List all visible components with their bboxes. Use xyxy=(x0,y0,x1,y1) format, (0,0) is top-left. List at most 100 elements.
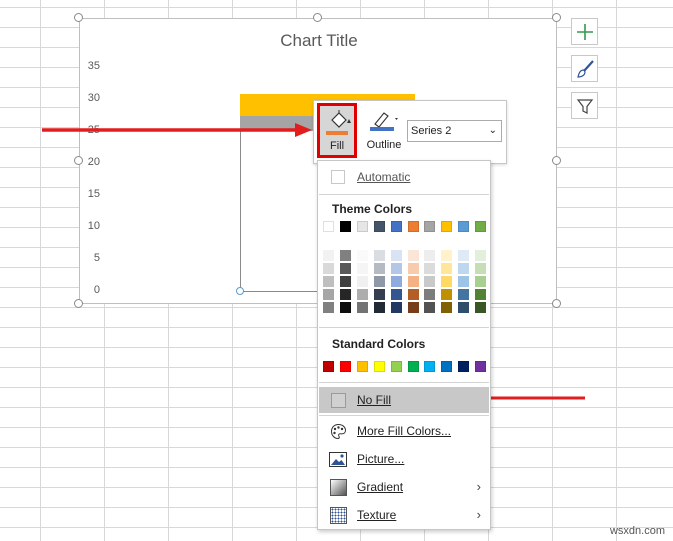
theme-shade-swatch[interactable] xyxy=(441,250,453,261)
theme-colors-header: Theme Colors xyxy=(332,202,413,216)
theme-shade-swatch[interactable] xyxy=(356,289,368,300)
picture-icon xyxy=(329,450,347,468)
theme-shade-swatch[interactable] xyxy=(323,250,334,261)
theme-color-swatch[interactable] xyxy=(390,221,402,232)
menu-divider xyxy=(319,194,489,195)
theme-color-swatch[interactable] xyxy=(441,221,453,232)
theme-shade-swatch[interactable] xyxy=(390,250,402,261)
theme-shade-swatch[interactable] xyxy=(475,302,487,313)
standard-color-swatch[interactable] xyxy=(441,361,453,372)
theme-shade-swatch[interactable] xyxy=(339,289,351,300)
theme-shade-swatch[interactable] xyxy=(407,276,419,287)
theme-shade-swatch[interactable] xyxy=(390,263,402,274)
theme-shade-swatch[interactable] xyxy=(390,289,402,300)
theme-shade-swatch[interactable] xyxy=(407,250,419,261)
theme-shade-swatch[interactable] xyxy=(356,250,368,261)
outline-color-strip xyxy=(370,127,394,131)
theme-shade-swatch[interactable] xyxy=(424,263,436,274)
standard-color-swatch[interactable] xyxy=(424,361,436,372)
chevron-right-icon: › xyxy=(476,479,481,494)
no-fill-swatch-icon xyxy=(329,391,347,409)
menu-item-more-fill-colors[interactable]: More Fill Colors... xyxy=(319,418,489,444)
theme-color-swatch[interactable] xyxy=(356,221,368,232)
theme-shade-swatch[interactable] xyxy=(441,302,453,313)
theme-shade-swatch[interactable] xyxy=(373,302,385,313)
theme-shade-swatch[interactable] xyxy=(458,302,470,313)
chevron-down-icon: ⌄ xyxy=(488,125,497,136)
menu-item-texture[interactable]: Texture › xyxy=(319,502,489,528)
theme-shade-swatch[interactable] xyxy=(458,250,470,261)
theme-shade-swatch[interactable] xyxy=(390,302,402,313)
theme-shade-swatch[interactable] xyxy=(356,302,368,313)
theme-shade-swatch[interactable] xyxy=(323,289,334,300)
standard-color-swatch[interactable] xyxy=(373,361,385,372)
theme-shade-swatch[interactable] xyxy=(475,263,487,274)
theme-shade-swatch[interactable] xyxy=(458,289,470,300)
menu-divider xyxy=(319,382,489,383)
theme-shade-swatch[interactable] xyxy=(323,302,334,313)
menu-item-picture[interactable]: Picture... xyxy=(319,446,489,472)
theme-color-swatch[interactable] xyxy=(475,221,487,232)
series-dropdown[interactable]: Series 2 ⌄ xyxy=(407,120,502,142)
theme-shade-swatch[interactable] xyxy=(407,263,419,274)
theme-shade-swatch[interactable] xyxy=(441,276,453,287)
standard-color-swatch[interactable] xyxy=(339,361,351,372)
theme-shade-swatch[interactable] xyxy=(390,276,402,287)
theme-shade-swatch[interactable] xyxy=(475,250,487,261)
gradient-label: Gradient xyxy=(357,480,404,494)
menu-item-automatic[interactable]: Automatic xyxy=(319,164,489,190)
theme-shade-swatch[interactable] xyxy=(373,263,385,274)
theme-color-swatch[interactable] xyxy=(339,221,351,232)
theme-shade-swatch[interactable] xyxy=(373,289,385,300)
theme-shade-swatch[interactable] xyxy=(475,289,487,300)
theme-shade-swatch[interactable] xyxy=(441,263,453,274)
theme-shade-swatch[interactable] xyxy=(323,276,334,287)
theme-shade-swatch[interactable] xyxy=(356,263,368,274)
theme-color-swatch[interactable] xyxy=(407,221,419,232)
standard-color-swatch[interactable] xyxy=(407,361,419,372)
theme-shade-swatch[interactable] xyxy=(407,302,419,313)
texture-label: Texture xyxy=(357,508,397,522)
no-fill-label: No Fill xyxy=(357,393,392,407)
standard-color-swatch[interactable] xyxy=(390,361,402,372)
theme-shade-swatch[interactable] xyxy=(424,276,436,287)
outline-label: Outline xyxy=(366,139,402,151)
theme-shade-swatch[interactable] xyxy=(407,289,419,300)
outline-button[interactable]: Outline xyxy=(362,105,404,155)
menu-divider xyxy=(319,415,489,416)
theme-shade-swatch[interactable] xyxy=(424,289,436,300)
theme-shade-swatch[interactable] xyxy=(458,276,470,287)
theme-color-swatch[interactable] xyxy=(323,221,334,232)
theme-shade-swatch[interactable] xyxy=(424,250,436,261)
standard-color-swatch[interactable] xyxy=(356,361,368,372)
paint-bucket-icon xyxy=(331,110,351,128)
theme-shade-swatch[interactable] xyxy=(339,302,351,313)
texture-icon xyxy=(329,506,347,524)
theme-shade-swatch[interactable] xyxy=(356,276,368,287)
theme-shades-grid xyxy=(318,250,492,316)
standard-color-swatch[interactable] xyxy=(458,361,470,372)
theme-color-swatch[interactable] xyxy=(424,221,436,232)
arrow-to-fill-icon xyxy=(42,123,312,137)
theme-shade-swatch[interactable] xyxy=(458,263,470,274)
theme-shade-swatch[interactable] xyxy=(441,289,453,300)
fill-color-strip xyxy=(326,131,348,135)
theme-shade-swatch[interactable] xyxy=(373,276,385,287)
theme-shade-swatch[interactable] xyxy=(339,263,351,274)
theme-color-swatch[interactable] xyxy=(373,221,385,232)
theme-color-swatch[interactable] xyxy=(458,221,470,232)
theme-shade-swatch[interactable] xyxy=(475,276,487,287)
menu-divider xyxy=(319,327,489,328)
theme-shade-swatch[interactable] xyxy=(373,250,385,261)
chevron-right-icon: › xyxy=(476,507,481,522)
theme-shade-swatch[interactable] xyxy=(424,302,436,313)
theme-shade-swatch[interactable] xyxy=(323,263,334,274)
menu-item-gradient[interactable]: Gradient › xyxy=(319,474,489,500)
theme-shade-swatch[interactable] xyxy=(339,250,351,261)
fill-button[interactable]: Fill xyxy=(317,103,357,158)
fill-dropdown-menu: Automatic Theme Colors Standard Colors N… xyxy=(317,160,491,530)
standard-color-swatch[interactable] xyxy=(475,361,487,372)
standard-color-swatch[interactable] xyxy=(323,361,334,372)
theme-shade-swatch[interactable] xyxy=(339,276,351,287)
menu-item-no-fill[interactable]: No Fill xyxy=(319,387,489,413)
